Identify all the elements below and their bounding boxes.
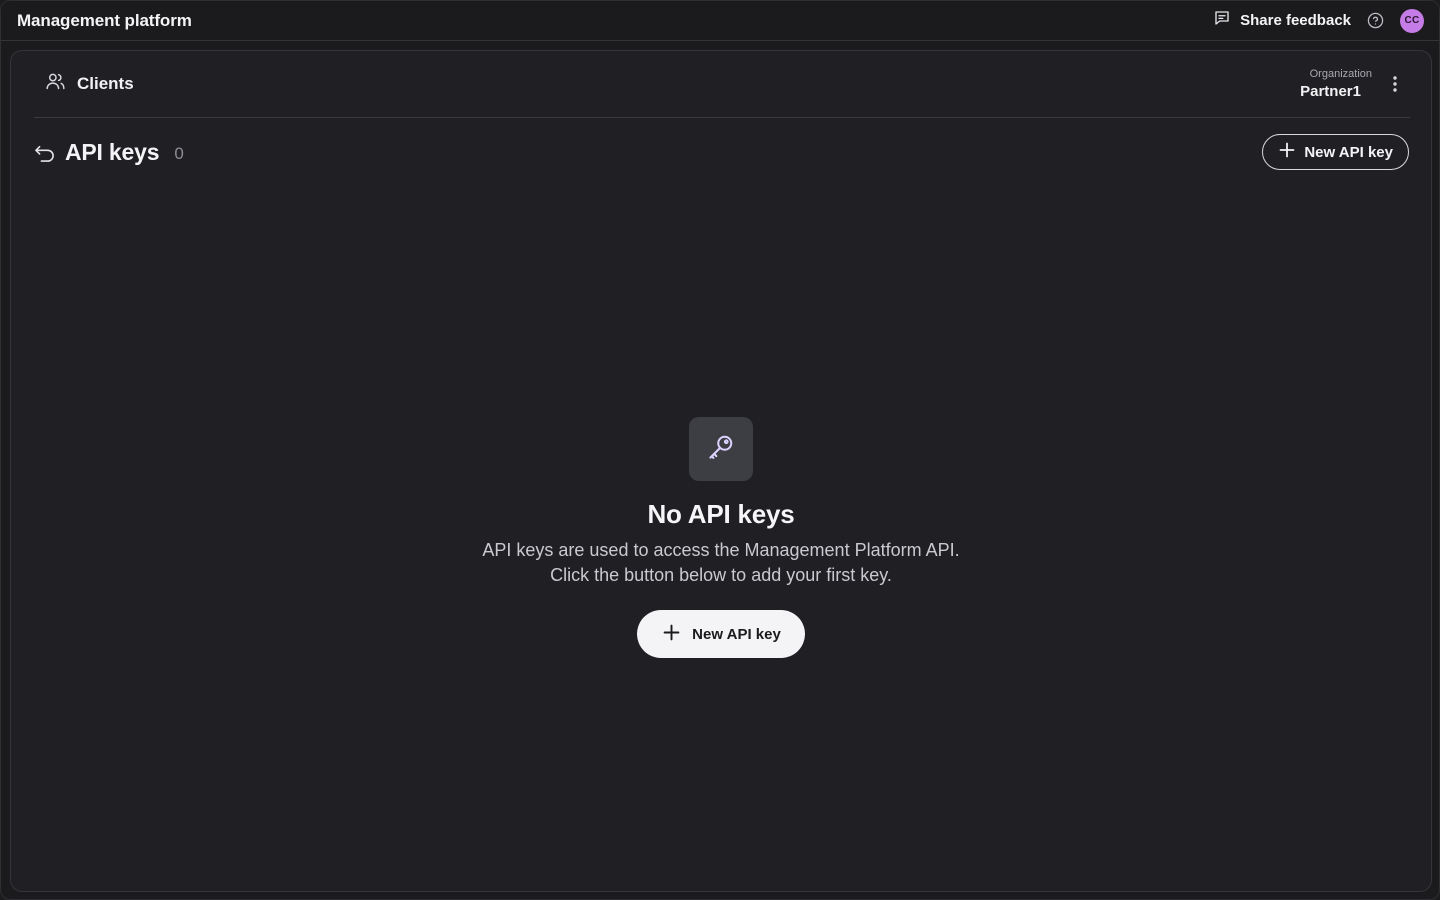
message-square-icon: [1213, 9, 1231, 32]
organization-info[interactable]: Organization Partner1: [1300, 67, 1372, 102]
new-api-key-button[interactable]: New API key: [1262, 134, 1409, 170]
top-bar: Management platform Share feedback CC: [1, 1, 1439, 41]
empty-state: No API keys API keys are used to access …: [11, 417, 1431, 658]
empty-state-new-api-key-button[interactable]: New API key: [637, 610, 805, 658]
plus-icon: [1279, 142, 1295, 162]
users-icon: [45, 71, 66, 97]
organization-caption: Organization: [1309, 67, 1372, 80]
panel-header: Clients Organization Partner1: [34, 51, 1410, 118]
organization-name: Partner1: [1300, 82, 1361, 100]
page-heading-left: API keys 0: [34, 139, 184, 166]
empty-state-title: No API keys: [647, 499, 795, 529]
app-window: Management platform Share feedback CC Cl…: [0, 0, 1440, 900]
share-feedback-label: Share feedback: [1240, 12, 1351, 29]
plus-icon: [663, 624, 680, 645]
new-api-key-label: New API key: [1304, 143, 1393, 161]
breadcrumb-label: Clients: [77, 74, 134, 93]
empty-state-icon-box: [689, 417, 753, 481]
empty-state-button-label: New API key: [692, 625, 781, 643]
organization-switcher: Organization Partner1: [1300, 67, 1410, 102]
help-circle-icon[interactable]: [1367, 12, 1384, 29]
more-vertical-icon[interactable]: [1392, 75, 1398, 93]
page-heading: API keys 0 New API key: [34, 133, 1410, 171]
empty-state-description: API keys are used to access the Manageme…: [482, 540, 960, 585]
undo-arrow-icon[interactable]: [34, 143, 56, 162]
key-icon: [706, 432, 736, 467]
main-panel: Clients Organization Partner1 API keys 0…: [10, 50, 1432, 892]
share-feedback-button[interactable]: Share feedback: [1213, 9, 1351, 32]
top-bar-actions: Share feedback CC: [1213, 8, 1424, 33]
api-keys-count: 0: [174, 144, 184, 163]
page-title: API keys: [65, 138, 160, 165]
avatar[interactable]: CC: [1400, 8, 1424, 33]
app-title: Management platform: [17, 10, 192, 30]
breadcrumb-clients[interactable]: Clients: [34, 71, 134, 97]
